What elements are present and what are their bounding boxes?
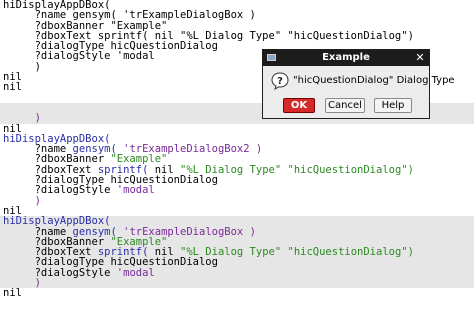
code-token: ?dialogType hicQuestionDialog bbox=[3, 175, 218, 186]
code-line: ?dialogStyle 'modal bbox=[0, 185, 474, 195]
code-token: sprintf( bbox=[97, 164, 149, 176]
code-token: 'trExampleDialogBox ) bbox=[116, 226, 256, 237]
code-token: ?dialogType hicQuestionDialog bbox=[3, 257, 218, 268]
code-token: ?dialogType hicQuestionDialog bbox=[3, 41, 218, 52]
code-token: ?dboxBanner bbox=[3, 236, 111, 248]
code-line: ) bbox=[0, 278, 474, 289]
code-token: "Example" bbox=[110, 236, 168, 248]
ok-button[interactable]: OK bbox=[283, 98, 315, 113]
code-token: nil bbox=[148, 164, 181, 176]
code-token: nil bbox=[148, 247, 181, 258]
close-button[interactable]: ✕ bbox=[414, 51, 426, 65]
code-token: nil bbox=[3, 72, 22, 83]
code-token: 'modal bbox=[116, 185, 155, 196]
code-token: hiDisplayAppDBox( bbox=[3, 0, 111, 11]
code-line: hiDisplayAppDBox( bbox=[0, 216, 474, 227]
example-dialog: Example ✕ ? "hicQuestionDialog" Dialog T… bbox=[262, 49, 455, 119]
code-token: ?dialogStyle bbox=[3, 185, 117, 196]
code-token: hiDisplayAppDBox( bbox=[3, 133, 111, 145]
help-button[interactable]: Help bbox=[374, 98, 412, 113]
cancel-button[interactable]: Cancel bbox=[325, 98, 365, 113]
code-line: nil bbox=[0, 124, 474, 134]
code-token: ) bbox=[3, 278, 41, 289]
code-token: ) bbox=[3, 195, 41, 206]
code-line: ?name gensym( 'trExampleDialogBox ) bbox=[0, 10, 474, 20]
code-token: hiDisplayAppDBox( bbox=[3, 216, 111, 227]
svg-text:?: ? bbox=[277, 76, 283, 87]
code-token: "%L Dialog Type" bbox=[180, 247, 282, 258]
code-line: hiDisplayAppDBox( bbox=[0, 0, 474, 10]
code-line: ?dialogStyle 'modal bbox=[0, 267, 474, 279]
code-token: ) bbox=[3, 61, 41, 73]
code-token: ?dboxBanner bbox=[3, 154, 111, 165]
code-line: ?dboxText sprintf( nil "%L Dialog Type" … bbox=[0, 165, 474, 175]
code-editor: hiDisplayAppDBox( ?name gensym( 'trExamp… bbox=[0, 0, 474, 299]
code-line: ?name gensym( 'trExampleDialogBox2 ) bbox=[0, 144, 474, 154]
code-token: 'trExampleDialogBox2 ) bbox=[116, 144, 263, 155]
code-token: "Example" bbox=[110, 154, 168, 165]
code-token: nil bbox=[3, 288, 22, 299]
code-token: "hicQuestionDialog") bbox=[287, 164, 414, 176]
code-token: nil bbox=[3, 123, 22, 134]
code-token: ?dialogStyle 'modal bbox=[3, 51, 155, 62]
code-token: "%L Dialog Type" bbox=[180, 164, 282, 176]
code-token: nil bbox=[3, 82, 22, 93]
code-token: ?dialogStyle bbox=[3, 267, 117, 279]
code-line: ?dialogType hicQuestionDialog bbox=[0, 257, 474, 268]
code-line: ?dboxBanner "Example" bbox=[0, 236, 474, 248]
code-token: ) bbox=[3, 113, 41, 124]
code-token: ?dboxBanner "Example" bbox=[3, 20, 168, 31]
code-token: ?dboxText bbox=[3, 247, 98, 258]
code-token: ?name bbox=[3, 144, 73, 155]
code-line: nil bbox=[0, 288, 474, 298]
code-line: ?dialogType hicQuestionDialog bbox=[0, 175, 474, 185]
code-token: sprintf( bbox=[97, 247, 149, 258]
dialog-message: "hicQuestionDialog" Dialog Type bbox=[293, 75, 455, 86]
question-icon: ? bbox=[271, 72, 289, 90]
code-line: ?name gensym( 'trExampleDialogBox ) bbox=[0, 226, 474, 237]
code-token: ?dboxText sprintf( nil "%L Dialog Type" … bbox=[3, 30, 414, 42]
code-line: ) bbox=[0, 196, 474, 206]
code-line: hiDisplayAppDBox( bbox=[0, 134, 474, 144]
code-line: ?dboxText sprintf( nil "%L Dialog Type" … bbox=[0, 31, 474, 41]
code-line: ?dboxBanner "Example" bbox=[0, 154, 474, 164]
code-token: gensym( bbox=[72, 226, 117, 237]
code-token: "hicQuestionDialog") bbox=[287, 247, 414, 258]
code-line: ?dboxText sprintf( nil "%L Dialog Type" … bbox=[0, 247, 474, 258]
code-token: ?name gensym( 'trExampleDialogBox ) bbox=[3, 10, 256, 21]
code-token: ?dboxText bbox=[3, 164, 98, 176]
code-line: ?dboxBanner "Example" bbox=[0, 21, 474, 31]
code-line: nil bbox=[0, 206, 474, 216]
code-token: gensym( bbox=[72, 144, 117, 155]
code-token: 'modal bbox=[116, 267, 155, 279]
code-token: nil bbox=[3, 205, 22, 217]
dialog-title: Example bbox=[322, 52, 370, 63]
code-token: ?name bbox=[3, 226, 73, 237]
dialog-titlebar[interactable]: Example ✕ bbox=[263, 50, 429, 66]
